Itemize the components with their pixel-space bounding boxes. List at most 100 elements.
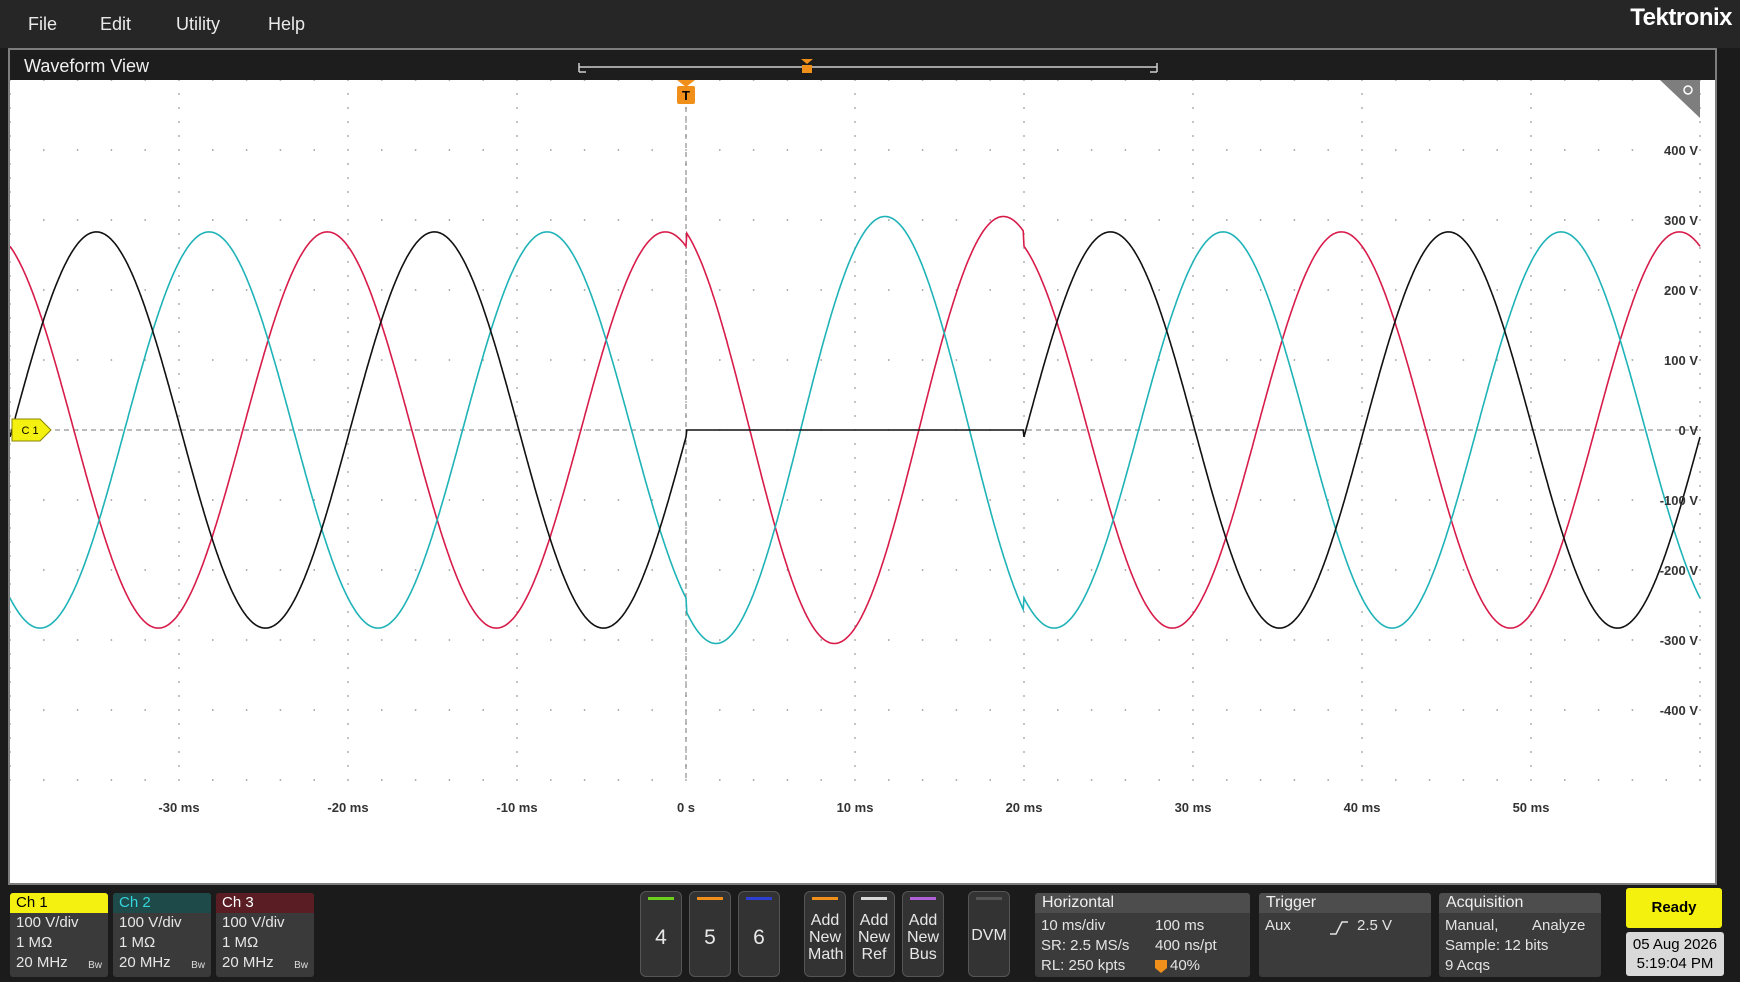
channel-4-button[interactable]: 4 [640,891,682,977]
grid-dot [1124,80,1127,81]
grid-dot [1597,289,1600,291]
grid-dot [10,667,11,669]
grid-dot [685,625,687,627]
acquisition-panel[interactable]: Acquisition Manual, Analyze Sample: 12 b… [1439,893,1601,977]
channel-3-badge[interactable]: Ch 3 100 V/div 1 MΩ 20 MHz Bw [216,893,314,977]
grid-dot [549,499,552,501]
grid-dot [718,779,721,781]
grid-dot [482,499,485,501]
menu-edit[interactable]: Edit [100,14,131,35]
grid-dot [1192,205,1194,207]
grid-dot [313,779,316,781]
grid-dot [178,443,180,445]
grid-dot [178,723,180,725]
grid-dot [42,80,45,81]
grid-dot [482,149,485,151]
grid-dot [583,359,586,361]
grid-dot [1124,219,1127,221]
channel-3-bandwidth-row: 20 MHz Bw [216,953,314,973]
channel-2-scale: 100 V/div [119,914,182,931]
grid-dot [1631,289,1634,291]
grid-dot [651,359,654,361]
y-tick-label: -300 V [1660,633,1699,648]
grid-dot [1428,779,1431,781]
grid-dot [10,723,11,725]
channel-3-impedance: 1 MΩ [222,934,259,951]
grid-dot [516,303,518,305]
grid-dot [211,80,214,81]
grid-dot [1361,275,1363,277]
grid-dot [854,751,856,753]
grid-dot [1361,485,1363,487]
grid-dot [1090,359,1093,361]
grid-dot [1699,317,1701,319]
grid-dot [1699,765,1701,767]
menu-help[interactable]: Help [268,14,305,35]
grid-dot [1563,219,1566,221]
grid-dot [448,639,451,641]
add-new-bus-button[interactable]: Add New Bus [902,891,944,977]
channel-2-badge[interactable]: Ch 2 100 V/div 1 MΩ 20 MHz Bw [113,893,211,977]
brand-logo: Tektronix [1630,4,1732,31]
grid-dot [10,471,11,473]
grid-dot [178,779,180,781]
grid-dot [854,485,856,487]
channel-5-button[interactable]: 5 [689,891,731,977]
date-time-display: 05 Aug 2026 5:19:04 PM [1626,932,1724,976]
grid-dot [1327,569,1330,571]
add-new-math-button[interactable]: Add New Math [804,891,846,977]
math-color-bar [812,897,838,900]
grid-dot [144,569,147,571]
menu-file[interactable]: File [28,14,57,35]
grid-dot [347,303,349,305]
grid-dot [178,709,180,711]
waveform-plot[interactable]: 400 V 300 V 200 V 100 V 0 V -100 V -200 V -300 … [10,80,1715,883]
grid-dot [347,121,349,123]
grid-dot [1192,373,1194,375]
add-new-ref-button[interactable]: Add New Ref [853,891,895,977]
record-overview-bar[interactable] [578,59,1158,73]
grid-dot [989,289,992,291]
grid-dot [516,779,518,781]
menu-utility[interactable]: Utility [176,14,220,35]
channel-6-button[interactable]: 6 [738,891,780,977]
dvm-button[interactable]: DVM [968,891,1010,977]
grid-dot [1530,387,1532,389]
grid-dot [1158,429,1161,431]
grid-dot [1361,415,1363,417]
grid-dot [651,569,654,571]
trigger-panel[interactable]: Trigger Aux 2.5 V [1259,893,1431,977]
grid-dot [10,415,11,417]
grid-dot [1361,723,1363,725]
grid-dot [1192,457,1194,459]
grid-dot [854,177,856,179]
grid-dot [854,80,856,81]
grid-dot [516,359,518,361]
grid-dot [144,499,147,501]
grid-dot [279,779,282,781]
grid-dot [1699,415,1701,417]
grid-dot [1023,93,1025,95]
horizontal-panel[interactable]: Horizontal 10 ms/div 100 ms SR: 2.5 MS/s… [1035,893,1250,977]
grid-dot [1192,765,1194,767]
grid-dot [482,709,485,711]
grid-dot [10,373,11,375]
grid-dot [1023,80,1025,81]
grid-dot [245,219,248,221]
grid-dot [1361,261,1363,263]
grid-dot [178,149,180,151]
ready-status-button[interactable]: Ready [1626,888,1722,928]
grid-dot [1361,359,1363,361]
grid-dot [1530,541,1532,543]
trigger-level: 2.5 V [1357,917,1393,934]
grid-dot [516,247,518,249]
y-tick-label: 400 V [1664,143,1698,158]
grid-dot [1023,191,1025,193]
grid-dot [854,513,856,515]
grid-dot [211,779,214,781]
grid-dot [1496,499,1499,501]
grid-dot [1361,93,1363,95]
channel-1-badge[interactable]: Ch 1 100 V/div 1 MΩ 20 MHz Bw [10,893,108,977]
grid-dot [1699,261,1701,263]
grid-dot [1090,569,1093,571]
